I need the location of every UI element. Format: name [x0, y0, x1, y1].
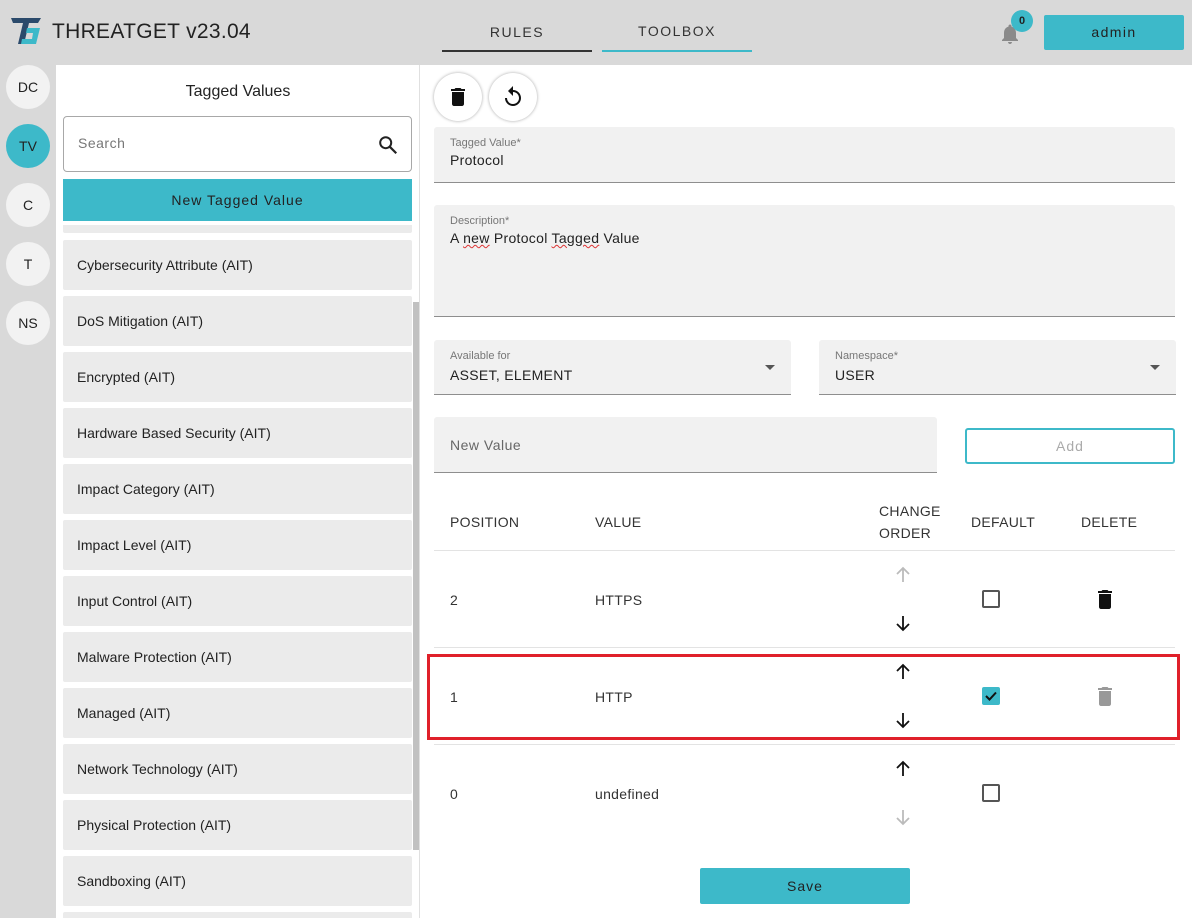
tagged-value-label: Tagged Value*: [450, 137, 521, 149]
namespace-label: Namespace*: [835, 350, 898, 362]
list-item[interactable]: Impact Category (AIT): [63, 464, 412, 514]
divider: [434, 550, 1175, 551]
tab-rules[interactable]: RULES: [442, 14, 592, 52]
row-position: 0: [450, 786, 459, 802]
list-item[interactable]: Input Control (AIT): [63, 576, 412, 626]
tagged-values-list[interactable]: Cybersecurity Attribute (AIT) DoS Mitiga…: [56, 225, 420, 918]
header-change-order: CHANGE: [879, 503, 941, 519]
list-item[interactable]: [63, 912, 412, 918]
search-input[interactable]: [78, 135, 358, 151]
new-value-field[interactable]: New Value: [434, 417, 937, 473]
header-delete: DELETE: [1081, 514, 1138, 530]
divider: [434, 744, 1175, 745]
notification-badge: 0: [1011, 10, 1033, 32]
arrow-down-icon[interactable]: [893, 807, 913, 827]
list-item[interactable]: Managed (AIT): [63, 688, 412, 738]
header-position: POSITION: [450, 514, 520, 530]
chevron-down-icon: [765, 365, 775, 370]
description-text: Protocol: [489, 230, 552, 246]
namespace-select[interactable]: Namespace* USER: [819, 340, 1176, 395]
header-value: VALUE: [595, 514, 642, 530]
refresh-icon: [505, 86, 521, 106]
list-item[interactable]: Cybersecurity Attribute (AIT): [63, 240, 412, 290]
trash-icon[interactable]: [1096, 589, 1114, 609]
list-item[interactable]: Hardware Based Security (AIT): [63, 408, 412, 458]
divider: [434, 647, 1175, 648]
save-button[interactable]: Save: [700, 868, 910, 904]
row-value: undefined: [595, 786, 660, 802]
rail-item-dc[interactable]: DC: [6, 65, 50, 109]
rail-item-t[interactable]: T: [6, 242, 50, 286]
row-position: 2: [450, 592, 459, 608]
app-title: THREATGET v23.04: [52, 20, 251, 43]
available-for-select[interactable]: Available for ASSET, ELEMENT: [434, 340, 791, 395]
new-tagged-value-button[interactable]: New Tagged Value: [63, 179, 412, 221]
row-value: HTTPS: [595, 592, 643, 608]
scrollbar[interactable]: [413, 302, 419, 850]
threatget-logo-icon: [11, 18, 41, 44]
search-box[interactable]: [63, 116, 412, 172]
description-text: new: [463, 230, 490, 246]
list-item[interactable]: Malware Protection (AIT): [63, 632, 412, 682]
search-icon[interactable]: [377, 134, 399, 156]
list-item[interactable]: Network Technology (AIT): [63, 744, 412, 794]
delete-tagged-value-button[interactable]: [434, 73, 482, 121]
arrow-up-icon[interactable]: [893, 759, 913, 779]
list-item[interactable]: Encrypted (AIT): [63, 352, 412, 402]
list-item[interactable]: [63, 225, 412, 233]
available-for-value: ASSET, ELEMENT: [450, 367, 573, 383]
chevron-down-icon: [1150, 365, 1160, 370]
rail-item-ns[interactable]: NS: [6, 301, 50, 345]
description-input[interactable]: A new Protocol Tagged Value: [450, 230, 640, 246]
admin-button[interactable]: admin: [1044, 15, 1184, 50]
left-rail: DC TV C T NS: [0, 65, 56, 918]
tagged-values-panel: Tagged Values New Tagged Value Cybersecu…: [56, 65, 420, 918]
arrow-down-icon[interactable]: [893, 613, 913, 633]
reset-button[interactable]: [489, 73, 537, 121]
list-item[interactable]: Physical Protection (AIT): [63, 800, 412, 850]
panel-title: Tagged Values: [185, 83, 291, 100]
description-field[interactable]: Description* A new Protocol Tagged Value: [434, 205, 1175, 317]
list-item[interactable]: Impact Level (AIT): [63, 520, 412, 570]
header-change-order: ORDER: [879, 525, 932, 541]
default-checkbox[interactable]: [982, 784, 1000, 802]
list-item[interactable]: Sandboxing (AIT): [63, 856, 412, 906]
description-text: A: [450, 230, 464, 246]
description-label: Description*: [450, 215, 510, 227]
add-value-button[interactable]: Add: [965, 428, 1175, 464]
rail-item-tv[interactable]: TV: [6, 124, 50, 168]
tagged-value-editor: Tagged Value* Protocol Description* A ne…: [420, 65, 1192, 918]
available-for-label: Available for: [450, 350, 511, 362]
header-default: DEFAULT: [971, 514, 1036, 530]
rail-item-c[interactable]: C: [6, 183, 50, 227]
new-value-placeholder: New Value: [450, 437, 522, 453]
tagged-value-field[interactable]: Tagged Value* Protocol: [434, 127, 1175, 183]
tagged-value-input[interactable]: Protocol: [450, 152, 504, 168]
arrow-up-icon[interactable]: [893, 565, 913, 585]
list-item[interactable]: DoS Mitigation (AIT): [63, 296, 412, 346]
namespace-value: USER: [835, 367, 876, 383]
default-checkbox[interactable]: [982, 590, 1000, 608]
description-text: Value: [599, 230, 640, 246]
top-bar: THREATGET v23.04 RULES TOOLBOX 0 admin: [0, 0, 1192, 65]
highlight-box: [427, 654, 1180, 740]
trash-icon: [451, 88, 465, 106]
description-text: Tagged: [551, 230, 600, 246]
tab-toolbox[interactable]: TOOLBOX: [602, 14, 752, 52]
